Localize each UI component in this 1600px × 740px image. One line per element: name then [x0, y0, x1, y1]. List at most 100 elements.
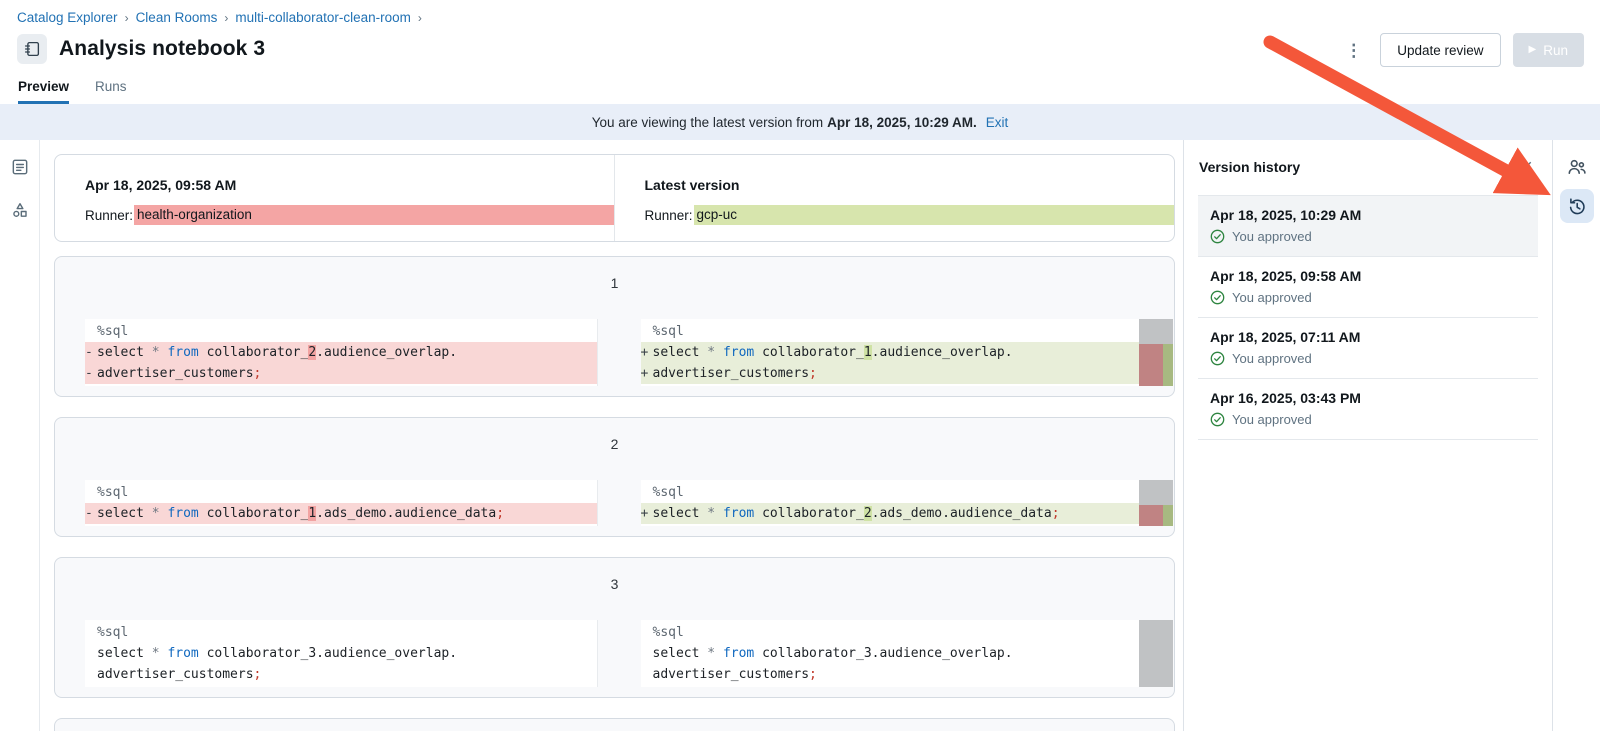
code-line: + select * from collaborator_2.ads_demo.a…: [640, 503, 1173, 524]
version-item-status-text: You approved: [1232, 290, 1312, 305]
diff-column-old: %sql select * from collaborator_3.audien…: [55, 620, 615, 687]
code-line: %sql: [85, 622, 597, 643]
approved-check-icon: [1210, 412, 1225, 427]
diff-minimap[interactable]: [1139, 620, 1173, 687]
diff-prefix: -: [85, 345, 93, 360]
code-line: select * from collaborator_3.audience_ov…: [85, 643, 597, 664]
code-editor[interactable]: %sql - select * from collaborator_2.audien…: [85, 319, 598, 386]
runner-value-old: health-organization: [134, 205, 614, 225]
version-item-date: Apr 18, 2025, 07:11 AM: [1210, 329, 1361, 345]
diff-prefix: [641, 643, 653, 664]
diff-column-new: %sql select * from collaborator_3.audien…: [615, 620, 1175, 687]
exit-link[interactable]: Exit: [986, 115, 1009, 130]
runner-label: Runner:: [644, 207, 693, 223]
breadcrumb-link[interactable]: Clean Rooms: [136, 10, 218, 25]
code-line: %sql: [641, 482, 1174, 503]
minimap-diff-marker: [1139, 505, 1173, 526]
version-item[interactable]: Apr 18, 2025, 07:11 AM You approved: [1198, 318, 1538, 379]
compare-left-column: Apr 18, 2025, 09:58 AM Runner: health-or…: [55, 155, 615, 241]
diff-view: Apr 18, 2025, 09:58 AM Runner: health-or…: [40, 140, 1183, 731]
diff-prefix: [641, 622, 653, 643]
tab-bar: Preview Runs: [17, 79, 1584, 104]
breadcrumb-link[interactable]: Catalog Explorer: [17, 10, 118, 25]
code-line: %sql: [641, 321, 1174, 342]
code-editor[interactable]: %sql + select * from collaborator_1.audien…: [640, 319, 1174, 386]
diff-column-old: %sql - select * from collaborator_1.ads_de…: [55, 480, 615, 526]
diff-cell: 2 %sql - select * from collaborator_1.ads_…: [54, 417, 1175, 537]
code-line: - select * from collaborator_2.audience_o…: [85, 342, 597, 363]
right-rail: [1552, 140, 1600, 731]
tab-preview[interactable]: Preview: [18, 79, 70, 104]
page: Catalog Explorer › Clean Rooms › multi-colla…: [0, 0, 1600, 740]
diff-prefix: [641, 664, 653, 685]
version-banner: You are viewing the latest version from …: [0, 104, 1600, 140]
minimap-diff-marker: [1139, 344, 1173, 386]
compare-left-title: Apr 18, 2025, 09:58 AM: [85, 177, 237, 193]
diff-cells: 1 %sql - select * from collaborator_2.audi…: [54, 256, 1175, 698]
version-item[interactable]: Apr 16, 2025, 03:43 PM You approved: [1198, 379, 1538, 440]
version-history-icon[interactable]: [1559, 189, 1594, 223]
version-item-date: Apr 18, 2025, 10:29 AM: [1210, 207, 1362, 223]
code-editor[interactable]: %sql - select * from collaborator_1.ads_de…: [85, 480, 598, 526]
code-line: %sql: [85, 321, 597, 342]
left-rail: [0, 140, 40, 731]
collaborators-icon[interactable]: [1560, 150, 1594, 184]
diff-prefix: [85, 664, 97, 685]
version-item-date: Apr 18, 2025, 09:58 AM: [1210, 268, 1362, 284]
cell-number: 2: [610, 436, 619, 452]
diff-minimap[interactable]: [1139, 319, 1173, 386]
version-item[interactable]: Apr 18, 2025, 10:29 AM You approved: [1198, 195, 1538, 257]
close-icon[interactable]: ✕: [1517, 156, 1537, 177]
diff-prefix: [85, 321, 97, 342]
minimap-thumb[interactable]: [1139, 620, 1173, 687]
diff-prefix: +: [640, 345, 649, 360]
banner-timestamp: Apr 18, 2025, 10:29 AM.: [827, 114, 977, 130]
banner-text: You are viewing the latest version from: [591, 114, 824, 130]
code-line: + select * from collaborator_1.audience_o…: [640, 342, 1173, 363]
next-cell-partial: [54, 718, 1175, 731]
cell-number: 1: [610, 275, 619, 291]
version-item-status: You approved: [1210, 351, 1526, 366]
code-line: advertiser_customers;: [85, 664, 597, 685]
run-button[interactable]: ▶ Run: [1512, 33, 1584, 67]
minimap-thumb[interactable]: [1139, 319, 1173, 344]
code-editor[interactable]: %sql select * from collaborator_3.audien…: [85, 620, 598, 687]
tab-runs[interactable]: Runs: [95, 79, 127, 104]
diff-prefix: -: [85, 506, 93, 521]
approved-check-icon: [1210, 229, 1225, 244]
diff-column-new: %sql + select * from collaborator_1.audien…: [615, 319, 1175, 386]
code-line: advertiser_customers;: [641, 664, 1174, 685]
code-line: %sql: [85, 482, 597, 503]
code-line: select * from collaborator_3.audience_ov…: [641, 643, 1174, 664]
code-line: + advertiser_customers;: [640, 363, 1173, 384]
version-item-status-text: You approved: [1232, 351, 1312, 366]
diff-prefix: -: [85, 366, 93, 381]
breadcrumb: Catalog Explorer › Clean Rooms › multi-colla…: [17, 10, 1584, 25]
version-item-status: You approved: [1210, 412, 1526, 427]
breadcrumb-link[interactable]: multi-collaborator-clean-room: [235, 10, 411, 25]
breadcrumb-separator-icon: ›: [417, 11, 422, 25]
kebab-menu-button[interactable]: ⋮: [1339, 38, 1368, 63]
notebook-icon: [17, 34, 47, 64]
diff-prefix: [85, 482, 97, 503]
version-item[interactable]: Apr 18, 2025, 09:58 AM You approved: [1198, 257, 1538, 318]
run-button-label: Run: [1543, 42, 1568, 58]
runner-value-new: gcp-uc: [693, 205, 1174, 225]
diff-minimap[interactable]: [1139, 480, 1173, 526]
diff-prefix: +: [640, 366, 649, 381]
code-editor[interactable]: %sql + select * from collaborator_2.ads_de…: [640, 480, 1174, 526]
minimap-thumb[interactable]: [1139, 480, 1173, 505]
diff-column-old: %sql - select * from collaborator_2.audien…: [55, 319, 615, 386]
version-history-title: Version history: [1199, 158, 1301, 175]
version-item-status: You approved: [1210, 290, 1526, 305]
code-editor[interactable]: %sql select * from collaborator_3.audien…: [640, 620, 1174, 687]
diff-prefix: [641, 321, 653, 342]
page-header: Catalog Explorer › Clean Rooms › multi-colla…: [0, 0, 1600, 104]
table-of-contents-icon[interactable]: [6, 153, 34, 181]
assets-shapes-icon[interactable]: [6, 196, 34, 224]
update-review-button[interactable]: Update review: [1380, 33, 1501, 67]
code-line: - advertiser_customers;: [85, 363, 597, 384]
version-item-status-text: You approved: [1232, 412, 1312, 427]
diff-prefix: [85, 622, 97, 643]
diff-prefix: [641, 482, 653, 503]
